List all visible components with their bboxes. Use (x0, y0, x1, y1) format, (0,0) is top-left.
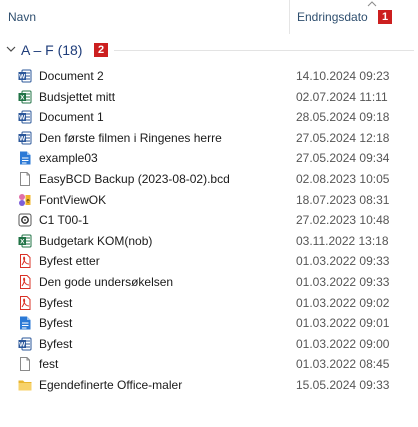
excel-icon: X (18, 90, 32, 104)
file-name: Document 2 (39, 69, 104, 83)
file-date: 02.08.2023 10:05 (296, 171, 390, 186)
excel-icon: X (18, 234, 32, 248)
file-name: Den gode undersøkelsen (39, 274, 174, 289)
word-icon: W (18, 69, 32, 83)
group-header[interactable]: A – F (18) 2 (0, 40, 418, 60)
file-name: Byfest (39, 336, 73, 351)
file-date: 03.11.2022 13:18 (296, 233, 389, 248)
file-name: EasyBCD Backup (2023-08-02).bcd (39, 171, 230, 186)
file-row[interactable]: Den gode undersøkelsen 01.03.2022 09:33 (0, 272, 418, 293)
pdf-icon (18, 254, 32, 269)
file-date: 02.07.2024 11:11 (296, 89, 388, 104)
svg-text:X: X (20, 94, 25, 101)
word-icon: W (18, 110, 32, 124)
app-icon: e (18, 193, 32, 207)
file-date: 01.03.2022 09:00 (296, 336, 390, 351)
annotation-badge-2: 2 (94, 43, 108, 57)
chevron-down-icon[interactable] (6, 46, 16, 53)
column-header-name[interactable]: Navn (8, 10, 36, 24)
svg-text:W: W (19, 74, 26, 81)
svg-text:W: W (19, 341, 26, 348)
blank-file-icon (18, 357, 32, 372)
document-icon (18, 316, 32, 330)
file-row[interactable]: C1 T00-1 27.02.2023 10:48 (0, 210, 418, 231)
file-name: Document 1 (39, 110, 104, 125)
annotation-badge-1: 1 (378, 10, 392, 24)
file-row[interactable]: Byfest 01.03.2022 09:01 (0, 313, 418, 334)
file-row[interactable]: W Byfest 01.03.2022 09:00 (0, 334, 418, 355)
file-date: 01.03.2022 08:45 (296, 357, 390, 372)
file-date: 18.07.2023 08:31 (296, 192, 390, 207)
file-date: 14.10.2024 09:23 (296, 69, 390, 83)
file-date: 01.03.2022 09:01 (296, 316, 390, 331)
file-row[interactable]: Byfest etter 01.03.2022 09:33 (0, 251, 418, 272)
svg-text:W: W (19, 115, 26, 122)
disc-icon (18, 213, 32, 227)
word-icon: W (18, 131, 32, 145)
file-row[interactable]: W Document 2 14.10.2024 09:23 (0, 66, 418, 87)
file-name: Budgetark KOM(nob) (39, 233, 153, 248)
file-date: 01.03.2022 09:33 (296, 254, 390, 269)
file-date: 28.05.2024 09:18 (296, 110, 390, 125)
file-row[interactable]: Egendefinerte Office-maler 15.05.2024 09:… (0, 375, 418, 396)
column-header: Navn Endringsdato 1 (0, 0, 418, 34)
sort-chevron-icon (367, 1, 377, 7)
group-label: A – F (18) (21, 42, 83, 58)
file-name: Den første filmen i Ringenes herre (39, 130, 222, 145)
word-icon: W (18, 337, 32, 351)
file-row[interactable]: X Budgetark KOM(nob) 03.11.2022 13:18 (0, 231, 418, 252)
file-name: Byfest etter (39, 254, 100, 269)
file-row[interactable]: W Document 1 28.05.2024 09:18 (0, 107, 418, 128)
file-row[interactable]: fest 01.03.2022 08:45 (0, 354, 418, 375)
column-header-date-label: Endringsdato (297, 10, 368, 24)
pdf-icon (18, 295, 32, 310)
blank-file-icon (18, 171, 32, 186)
file-name: Byfest (39, 295, 73, 310)
file-name: FontViewOK (39, 192, 107, 207)
file-row[interactable]: example03 27.05.2024 09:34 (0, 148, 418, 169)
document-icon (18, 151, 32, 165)
file-list: W Document 2 14.10.2024 09:23 X Budsjettet m… (0, 66, 418, 396)
file-row[interactable]: W Den første filmen i Ringenes herre 27.05… (0, 128, 418, 149)
file-date: 01.03.2022 09:02 (296, 295, 390, 310)
file-row[interactable]: X Budsjettet mitt 02.07.2024 11:11 (0, 87, 418, 108)
group-divider (114, 50, 414, 51)
file-name: Byfest (39, 316, 73, 331)
file-date: 27.05.2024 12:18 (296, 130, 390, 145)
file-name: fest (39, 357, 59, 372)
file-name: example03 (39, 151, 98, 166)
file-name: Budsjettet mitt (39, 89, 116, 104)
file-name: C1 T00-1 (39, 213, 89, 228)
file-row[interactable]: e FontViewOK 18.07.2023 08:31 (0, 190, 418, 211)
file-row[interactable]: EasyBCD Backup (2023-08-02).bcd 02.08.202… (0, 169, 418, 190)
file-date: 01.03.2022 09:33 (296, 274, 390, 289)
svg-text:X: X (20, 238, 25, 245)
svg-text:W: W (19, 135, 26, 142)
file-date: 15.05.2024 09:33 (296, 377, 390, 392)
column-header-date[interactable]: Endringsdato (289, 0, 392, 34)
file-date: 27.02.2023 10:48 (296, 213, 390, 228)
pdf-icon (18, 274, 32, 289)
file-name: Egendefinerte Office-maler (39, 377, 183, 392)
folder-icon (18, 378, 32, 392)
file-row[interactable]: Byfest 01.03.2022 09:02 (0, 293, 418, 314)
file-date: 27.05.2024 09:34 (296, 151, 390, 166)
